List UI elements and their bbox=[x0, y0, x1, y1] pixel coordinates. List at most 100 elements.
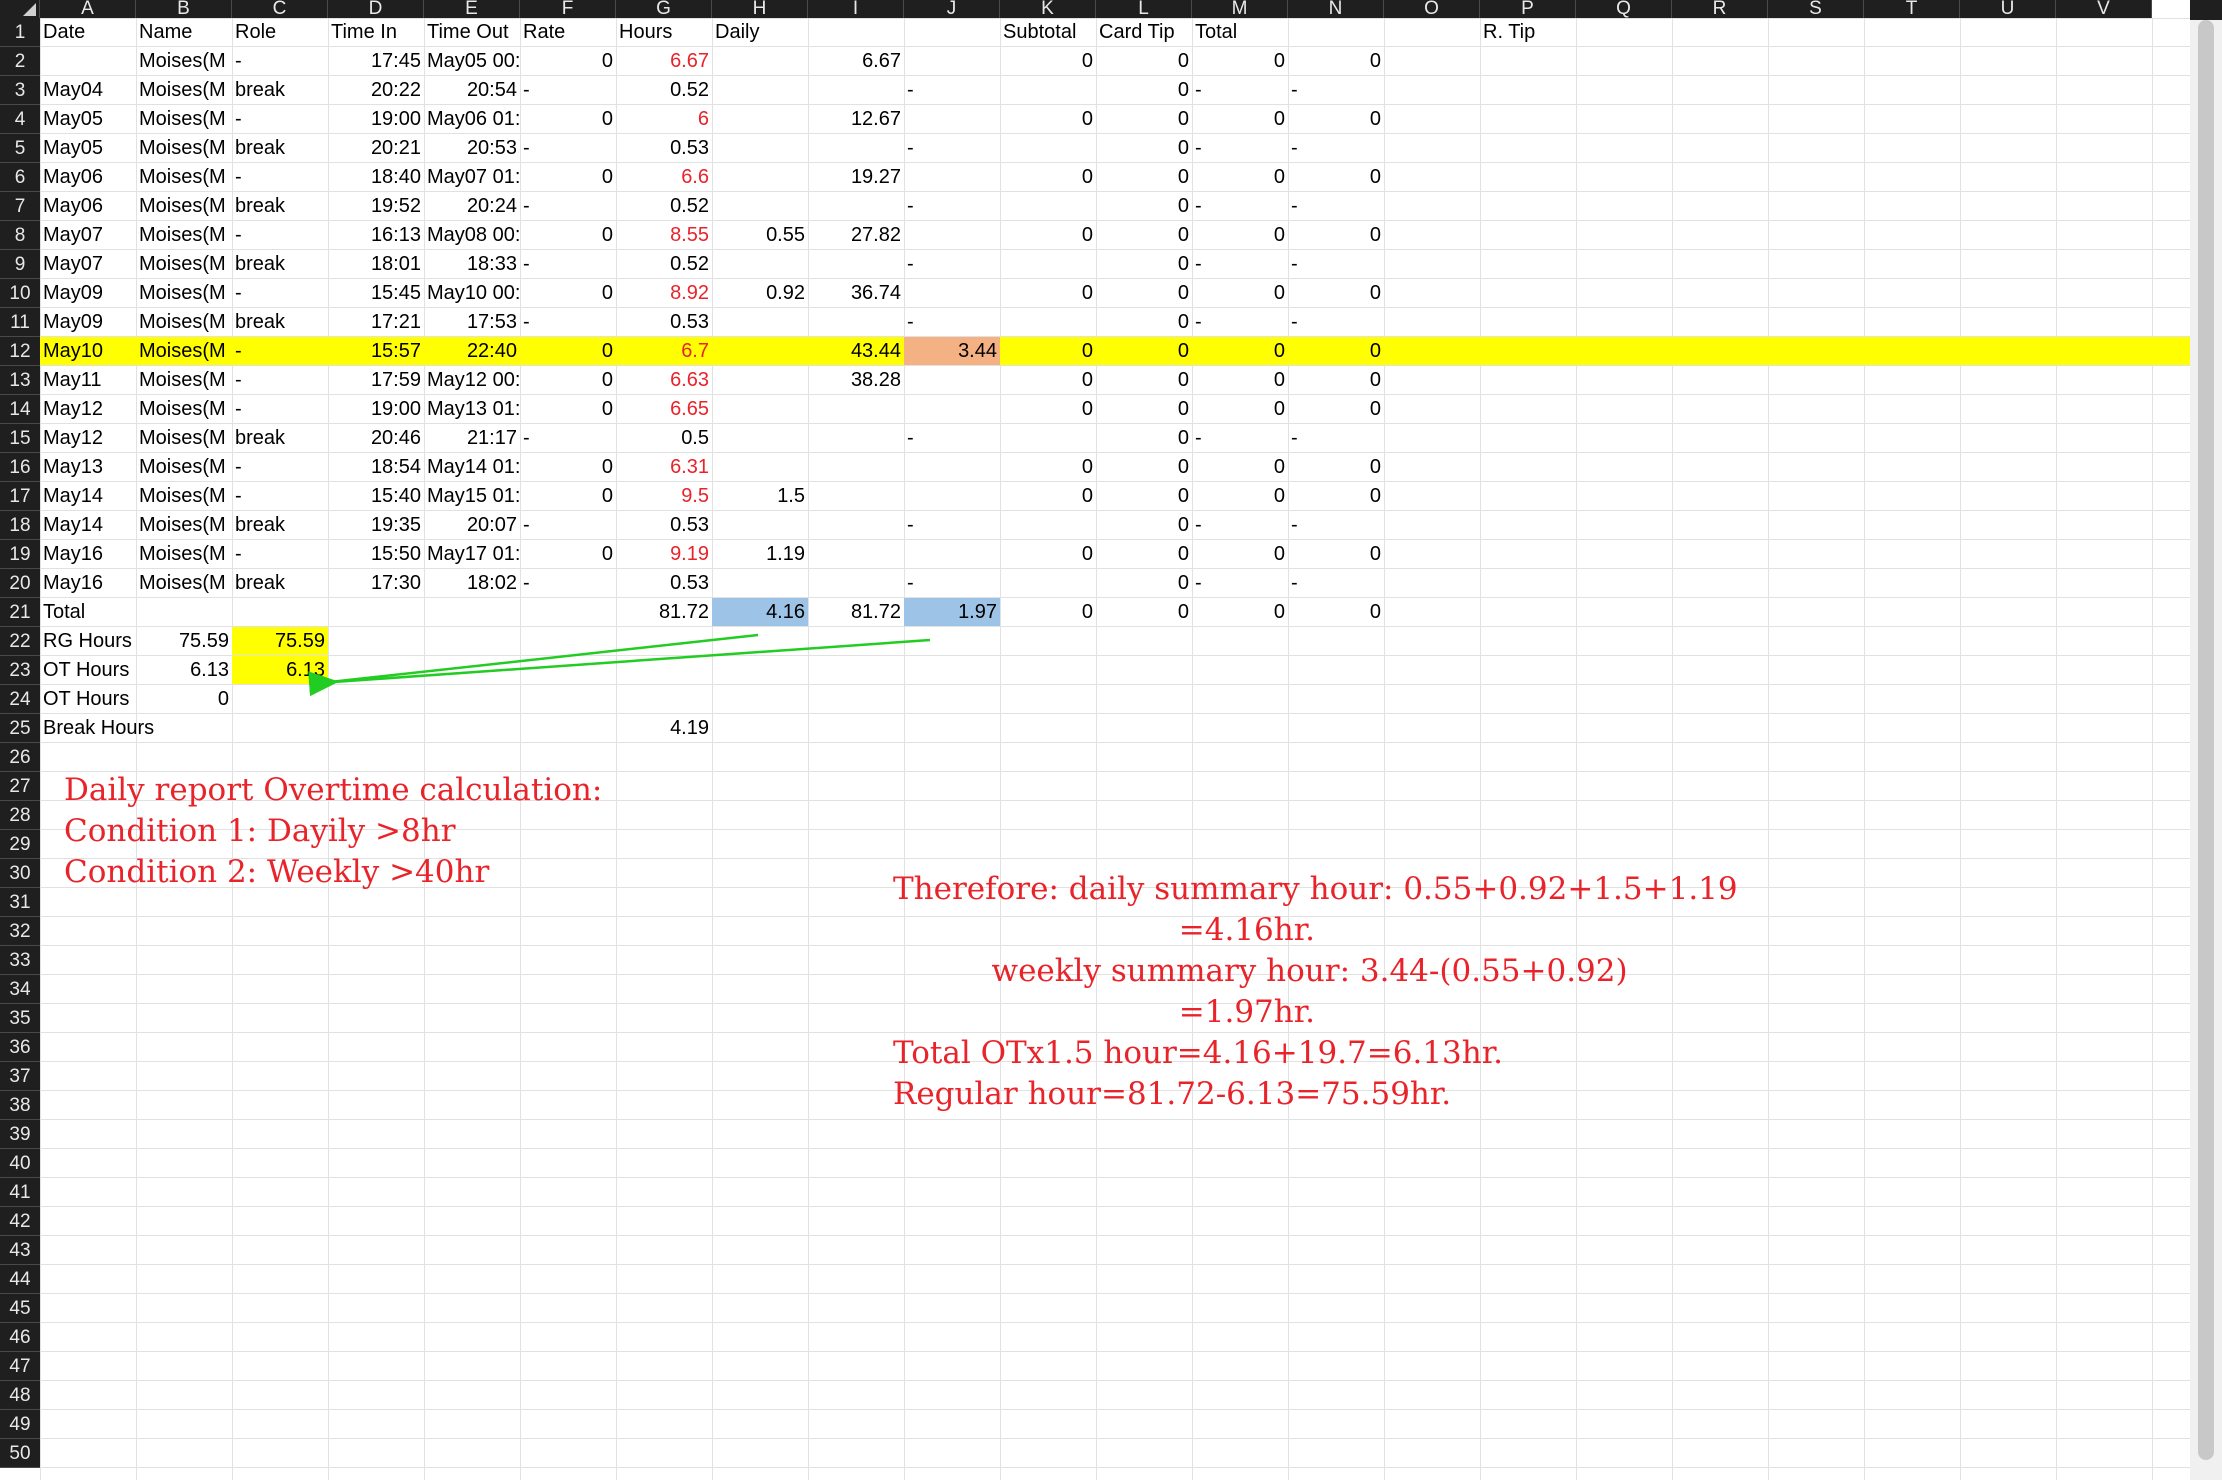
cell-N11[interactable]: - bbox=[1288, 308, 1384, 337]
cell-D3[interactable]: 20:22 bbox=[328, 76, 424, 105]
cell-B3[interactable]: Moises(M bbox=[136, 76, 232, 105]
cell-A4[interactable]: May05 bbox=[40, 105, 136, 134]
cell-A1[interactable]: Date bbox=[40, 18, 136, 47]
cell-F18[interactable]: - bbox=[520, 511, 616, 540]
row-header-17[interactable]: 17 bbox=[0, 482, 40, 511]
cell-E17[interactable]: May15 01: bbox=[424, 482, 520, 511]
cell-C16[interactable]: - bbox=[232, 453, 328, 482]
row-header-44[interactable]: 44 bbox=[0, 1265, 40, 1294]
cell-N18[interactable]: - bbox=[1288, 511, 1384, 540]
cell-B5[interactable]: Moises(M bbox=[136, 134, 232, 163]
cell-E15[interactable]: 21:17 bbox=[424, 424, 520, 453]
cell-L11[interactable]: 0 bbox=[1096, 308, 1192, 337]
cell-D1[interactable]: Time In bbox=[328, 18, 424, 47]
cell-B22[interactable]: 75.59 bbox=[136, 627, 232, 656]
cell-K8[interactable]: 0 bbox=[1000, 221, 1096, 250]
row-header-34[interactable]: 34 bbox=[0, 975, 40, 1004]
cell-H21[interactable]: 4.16 bbox=[712, 598, 808, 627]
cell-K19[interactable]: 0 bbox=[1000, 540, 1096, 569]
cell-D6[interactable]: 18:40 bbox=[328, 163, 424, 192]
cell-D10[interactable]: 15:45 bbox=[328, 279, 424, 308]
cell-D14[interactable]: 19:00 bbox=[328, 395, 424, 424]
cell-M1[interactable]: Total bbox=[1192, 18, 1288, 47]
cell-N2[interactable]: 0 bbox=[1288, 47, 1384, 76]
row-header-16[interactable]: 16 bbox=[0, 453, 40, 482]
cell-B17[interactable]: Moises(M bbox=[136, 482, 232, 511]
row-header-10[interactable]: 10 bbox=[0, 279, 40, 308]
column-header-R[interactable]: R bbox=[1672, 0, 1768, 18]
cell-G13[interactable]: 6.63 bbox=[616, 366, 712, 395]
cell-F2[interactable]: 0 bbox=[520, 47, 616, 76]
cell-A3[interactable]: May04 bbox=[40, 76, 136, 105]
cell-M21[interactable]: 0 bbox=[1192, 598, 1288, 627]
cell-M14[interactable]: 0 bbox=[1192, 395, 1288, 424]
cell-M20[interactable]: - bbox=[1192, 569, 1288, 598]
row-header-40[interactable]: 40 bbox=[0, 1149, 40, 1178]
cell-H19[interactable]: 1.19 bbox=[712, 540, 808, 569]
cell-L9[interactable]: 0 bbox=[1096, 250, 1192, 279]
column-header-T[interactable]: T bbox=[1864, 0, 1960, 18]
row-header-1[interactable]: 1 bbox=[0, 18, 40, 47]
cell-L5[interactable]: 0 bbox=[1096, 134, 1192, 163]
row-header-18[interactable]: 18 bbox=[0, 511, 40, 540]
cell-L17[interactable]: 0 bbox=[1096, 482, 1192, 511]
cell-J21[interactable]: 1.97 bbox=[904, 598, 1000, 627]
cell-I4[interactable]: 12.67 bbox=[808, 105, 904, 134]
cell-G9[interactable]: 0.52 bbox=[616, 250, 712, 279]
column-header-D[interactable]: D bbox=[328, 0, 424, 18]
cell-E12[interactable]: 22:40 bbox=[424, 337, 520, 366]
row-header-50[interactable]: 50 bbox=[0, 1439, 40, 1468]
row-header-22[interactable]: 22 bbox=[0, 627, 40, 656]
cell-G5[interactable]: 0.53 bbox=[616, 134, 712, 163]
row-header-4[interactable]: 4 bbox=[0, 105, 40, 134]
cell-D17[interactable]: 15:40 bbox=[328, 482, 424, 511]
cell-L20[interactable]: 0 bbox=[1096, 569, 1192, 598]
cell-B14[interactable]: Moises(M bbox=[136, 395, 232, 424]
cell-J18[interactable]: - bbox=[904, 511, 1000, 540]
cell-M3[interactable]: - bbox=[1192, 76, 1288, 105]
cell-E18[interactable]: 20:07 bbox=[424, 511, 520, 540]
cell-E10[interactable]: May10 00: bbox=[424, 279, 520, 308]
cell-B23[interactable]: 6.13 bbox=[136, 656, 232, 685]
row-header-43[interactable]: 43 bbox=[0, 1236, 40, 1265]
cell-F14[interactable]: 0 bbox=[520, 395, 616, 424]
column-header-Q[interactable]: Q bbox=[1576, 0, 1672, 18]
cell-N8[interactable]: 0 bbox=[1288, 221, 1384, 250]
cell-M2[interactable]: 0 bbox=[1192, 47, 1288, 76]
cell-K16[interactable]: 0 bbox=[1000, 453, 1096, 482]
row-header-39[interactable]: 39 bbox=[0, 1120, 40, 1149]
cell-G8[interactable]: 8.55 bbox=[616, 221, 712, 250]
cell-E1[interactable]: Time Out bbox=[424, 18, 520, 47]
cell-E20[interactable]: 18:02 bbox=[424, 569, 520, 598]
cell-E19[interactable]: May17 01: bbox=[424, 540, 520, 569]
cell-K1[interactable]: Subtotal bbox=[1000, 18, 1096, 47]
cell-E8[interactable]: May08 00: bbox=[424, 221, 520, 250]
cell-M15[interactable]: - bbox=[1192, 424, 1288, 453]
cell-E9[interactable]: 18:33 bbox=[424, 250, 520, 279]
cell-A7[interactable]: May06 bbox=[40, 192, 136, 221]
cell-B9[interactable]: Moises(M bbox=[136, 250, 232, 279]
column-header-S[interactable]: S bbox=[1768, 0, 1864, 18]
cell-F9[interactable]: - bbox=[520, 250, 616, 279]
cell-L15[interactable]: 0 bbox=[1096, 424, 1192, 453]
row-header-35[interactable]: 35 bbox=[0, 1004, 40, 1033]
cell-M9[interactable]: - bbox=[1192, 250, 1288, 279]
cell-A20[interactable]: May16 bbox=[40, 569, 136, 598]
cell-N3[interactable]: - bbox=[1288, 76, 1384, 105]
row-header-7[interactable]: 7 bbox=[0, 192, 40, 221]
cell-B18[interactable]: Moises(M bbox=[136, 511, 232, 540]
cell-G7[interactable]: 0.52 bbox=[616, 192, 712, 221]
row-header-23[interactable]: 23 bbox=[0, 656, 40, 685]
row-header-5[interactable]: 5 bbox=[0, 134, 40, 163]
cell-G10[interactable]: 8.92 bbox=[616, 279, 712, 308]
row-header-28[interactable]: 28 bbox=[0, 801, 40, 830]
cell-D20[interactable]: 17:30 bbox=[328, 569, 424, 598]
cell-J9[interactable]: - bbox=[904, 250, 1000, 279]
cell-A12[interactable]: May10 bbox=[40, 337, 136, 366]
cell-B8[interactable]: Moises(M bbox=[136, 221, 232, 250]
column-header-V[interactable]: V bbox=[2056, 0, 2152, 18]
cell-C13[interactable]: - bbox=[232, 366, 328, 395]
column-header-U[interactable]: U bbox=[1960, 0, 2056, 18]
cell-B20[interactable]: Moises(M bbox=[136, 569, 232, 598]
cell-M13[interactable]: 0 bbox=[1192, 366, 1288, 395]
